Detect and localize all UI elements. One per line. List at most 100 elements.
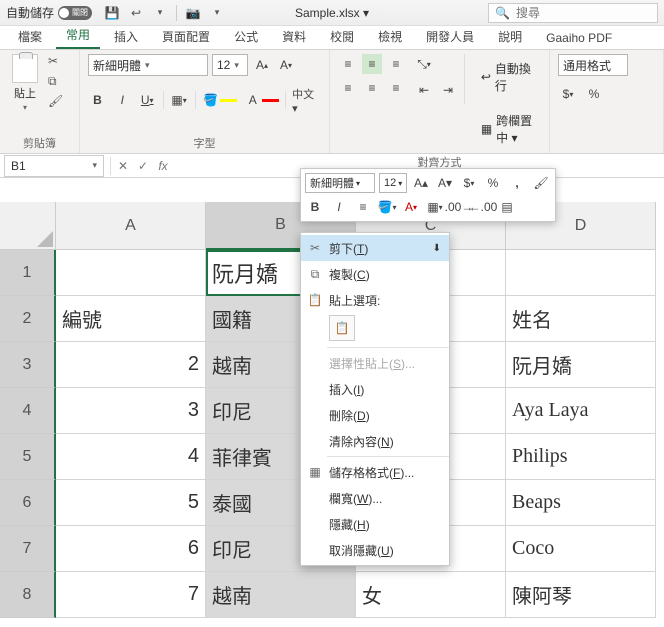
column-header-A[interactable]: A <box>56 202 206 250</box>
indent-increase-icon[interactable]: ⇥ <box>438 80 458 100</box>
menu-item-[interactable]: 隱藏(H) <box>301 511 449 537</box>
mini-currency-icon[interactable]: $▾ <box>459 173 479 193</box>
mini-align-icon[interactable]: ≡ <box>353 197 373 217</box>
mini-size-combo[interactable]: 12▾ <box>379 173 407 193</box>
cancel-fx-icon[interactable]: ✕ <box>113 159 133 173</box>
tab-常用[interactable]: 常用 <box>56 22 100 49</box>
paste-button[interactable]: 貼上 ▾ <box>8 54 42 112</box>
align-center-icon[interactable]: ≡ <box>362 78 382 98</box>
cell[interactable]: 阮月嬌 <box>506 342 656 388</box>
camera-icon[interactable]: 📷 <box>185 5 201 21</box>
mini-dec-dec-icon[interactable]: ←.00 <box>473 197 493 217</box>
tab-說明[interactable]: 說明 <box>488 24 532 49</box>
row-header[interactable]: 6 <box>0 480 56 526</box>
cell[interactable]: 姓名 <box>506 296 656 342</box>
select-all-corner[interactable] <box>0 202 56 250</box>
row-header[interactable]: 3 <box>0 342 56 388</box>
row-header[interactable]: 8 <box>0 572 56 618</box>
autosave-toggle[interactable]: 自動儲存 關閉 <box>6 4 92 21</box>
menu-item-[interactable]: ⧉複製(C) <box>301 261 449 287</box>
fill-color-button[interactable]: 🪣 <box>201 90 220 110</box>
cell[interactable]: 7 <box>56 572 206 618</box>
tab-檢視[interactable]: 檢視 <box>368 24 412 49</box>
menu-item-[interactable]: ✂剪下(T)⬇ <box>301 235 449 261</box>
cell[interactable]: 越南 <box>206 572 356 618</box>
mini-bold-button[interactable]: B <box>305 197 325 217</box>
search-box[interactable]: 🔍 搜尋 <box>488 3 658 23</box>
mini-border-icon[interactable]: ▦▾ <box>425 197 445 217</box>
align-left-icon[interactable]: ≡ <box>338 78 358 98</box>
paste-option-icon[interactable]: 📋 <box>329 315 355 341</box>
font-color-button[interactable]: A <box>243 90 262 110</box>
menu-item-[interactable]: ▦儲存格格式(F)... <box>301 459 449 485</box>
phonetic-button[interactable]: 中文 ▾ <box>292 90 321 110</box>
save-icon[interactable]: 💾 <box>104 5 120 21</box>
shrink-font-icon[interactable]: A▾ <box>276 55 296 75</box>
row-header[interactable]: 7 <box>0 526 56 572</box>
mini-italic-button[interactable]: I <box>329 197 349 217</box>
cell[interactable]: 5 <box>56 480 206 526</box>
align-right-icon[interactable]: ≡ <box>386 78 406 98</box>
tab-頁面配置[interactable]: 頁面配置 <box>152 24 220 49</box>
menu-item-[interactable]: 刪除(D) <box>301 402 449 428</box>
copy-icon[interactable]: ⧉ <box>48 74 64 88</box>
mini-cf-icon[interactable]: ▤ <box>497 197 517 217</box>
tab-開發人員[interactable]: 開發人員 <box>416 24 484 49</box>
cell[interactable]: 編號 <box>56 296 206 342</box>
tab-校閱[interactable]: 校閱 <box>320 24 364 49</box>
mini-percent-icon[interactable]: % <box>483 173 503 193</box>
row-header[interactable]: 4 <box>0 388 56 434</box>
cell[interactable]: 6 <box>56 526 206 572</box>
mini-comma-icon[interactable]: , <box>507 173 527 193</box>
grow-font-icon[interactable]: A▴ <box>252 55 272 75</box>
format-painter-icon[interactable]: 🖌 <box>48 94 64 108</box>
row-header[interactable]: 1 <box>0 250 56 296</box>
cell[interactable]: 3 <box>56 388 206 434</box>
cell[interactable]: 4 <box>56 434 206 480</box>
currency-icon[interactable]: $▾ <box>558 84 578 104</box>
mini-dec-inc-icon[interactable]: .00→ <box>449 197 469 217</box>
cell[interactable]: Aya Laya <box>506 388 656 434</box>
menu-item-[interactable]: 插入(I) <box>301 376 449 402</box>
mini-fontcolor-icon[interactable]: A▾ <box>401 197 421 217</box>
cell[interactable]: 女 <box>356 572 506 618</box>
tab-Gaaiho PDF[interactable]: Gaaiho PDF <box>536 27 622 49</box>
borders-button[interactable]: ▦▾ <box>170 90 189 110</box>
undo-dropdown-icon[interactable]: ▾ <box>152 5 168 21</box>
name-box[interactable]: B1▾ <box>4 155 104 177</box>
cell[interactable]: Philips <box>506 434 656 480</box>
align-middle-icon[interactable]: ≡ <box>362 54 382 74</box>
cell[interactable]: 陳阿琴 <box>506 572 656 618</box>
number-format-combo[interactable]: 通用格式 <box>558 54 628 76</box>
cell[interactable] <box>56 250 206 296</box>
cell[interactable]: Coco <box>506 526 656 572</box>
fx-icon[interactable]: fx <box>153 159 173 173</box>
mini-format-painter-icon[interactable]: 🖌 <box>531 173 551 193</box>
tab-檔案[interactable]: 檔案 <box>8 24 52 49</box>
enter-fx-icon[interactable]: ✓ <box>133 159 153 173</box>
menu-item-[interactable]: 選擇性貼上(S)... <box>301 350 449 376</box>
align-bottom-icon[interactable]: ≡ <box>386 54 406 74</box>
font-name-combo[interactable]: 新細明體▾ <box>88 54 208 76</box>
orientation-icon[interactable]: ⤡▾ <box>414 54 434 74</box>
align-top-icon[interactable]: ≡ <box>338 54 358 74</box>
percent-icon[interactable]: % <box>584 84 604 104</box>
mini-fill-icon[interactable]: 🪣▾ <box>377 197 397 217</box>
cell[interactable]: Beaps <box>506 480 656 526</box>
mini-grow-font-icon[interactable]: A▴ <box>411 173 431 193</box>
row-header[interactable]: 2 <box>0 296 56 342</box>
tab-資料[interactable]: 資料 <box>272 24 316 49</box>
font-size-combo[interactable]: 12▾ <box>212 54 248 76</box>
bold-button[interactable]: B <box>88 90 107 110</box>
undo-icon[interactable]: ↩ <box>128 5 144 21</box>
cut-icon[interactable]: ✂ <box>48 54 64 68</box>
tab-插入[interactable]: 插入 <box>104 24 148 49</box>
mini-shrink-font-icon[interactable]: A▾ <box>435 173 455 193</box>
menu-item-[interactable]: 欄寬(W)... <box>301 485 449 511</box>
italic-button[interactable]: I <box>113 90 132 110</box>
camera-dropdown-icon[interactable]: ▾ <box>209 5 225 21</box>
file-name[interactable]: Sample.xlsx ▾ <box>295 6 369 20</box>
indent-decrease-icon[interactable]: ⇤ <box>414 80 434 100</box>
underline-button[interactable]: U▾ <box>138 90 157 110</box>
tab-公式[interactable]: 公式 <box>224 24 268 49</box>
